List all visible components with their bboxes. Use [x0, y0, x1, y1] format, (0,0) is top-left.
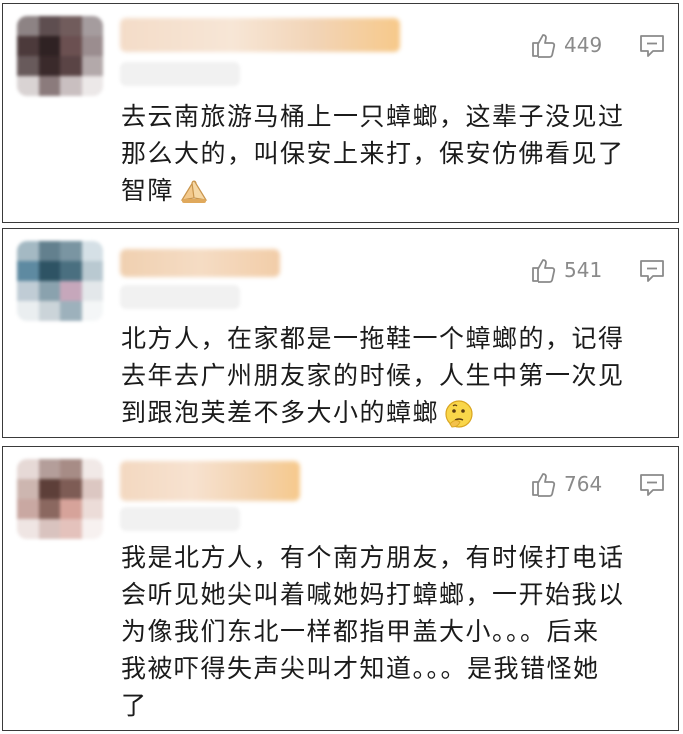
comment-card: 764 我是北方人，有个南方朋友，有时候打电话 会听见她尖叫着喊她妈打蟑螂，一开…: [2, 446, 679, 731]
thumbs-up-icon: [532, 473, 556, 497]
thumbs-up-icon: [532, 259, 556, 283]
comment-text: 我是北方人，有个南方朋友，有时候打电话 会听见她尖叫着喊她妈打蟑螂，一开始我以 …: [121, 543, 625, 720]
thinking-face-emoji: [445, 400, 473, 428]
like-count: 541: [564, 258, 603, 282]
meta-blurred: [120, 507, 240, 531]
comment-icon[interactable]: [639, 34, 665, 58]
like-button[interactable]: 541: [530, 257, 602, 283]
username-blurred[interactable]: [120, 461, 300, 501]
username-blurred[interactable]: [120, 18, 400, 52]
comment-text: 北方人，在家都是一拖鞋一个蟑螂的，记得 去年去广州朋友家的时候，人生中第一次见 …: [121, 320, 648, 431]
comment-icon[interactable]: [639, 259, 665, 283]
meta-blurred: [120, 62, 240, 86]
like-count: 764: [564, 472, 603, 496]
like-button[interactable]: 449: [530, 32, 602, 58]
comment-card: 541 北方人，在家都是一拖鞋一个蟑螂的，记得 去年去广州朋友家的时候，人生中第…: [2, 228, 679, 438]
pray-hands-emoji: [180, 180, 208, 203]
thumbs-up-icon: [532, 34, 556, 58]
avatar[interactable]: [17, 459, 103, 539]
avatar[interactable]: [17, 16, 103, 96]
like-button[interactable]: 764: [530, 471, 602, 497]
like-count: 449: [564, 33, 603, 57]
comment-icon[interactable]: [639, 473, 665, 497]
username-blurred[interactable]: [120, 249, 280, 277]
comment-text: 去云南旅游马桶上一只蟑螂，这辈子没见过 那么大的，叫保安上来打，保安仿佛看见了 …: [121, 102, 625, 205]
comment-card: 449 去云南旅游马桶上一只蟑螂，这辈子没见过 那么大的，叫保安上来打，保安仿佛…: [2, 3, 679, 223]
avatar[interactable]: [17, 241, 103, 321]
meta-blurred: [120, 285, 240, 309]
